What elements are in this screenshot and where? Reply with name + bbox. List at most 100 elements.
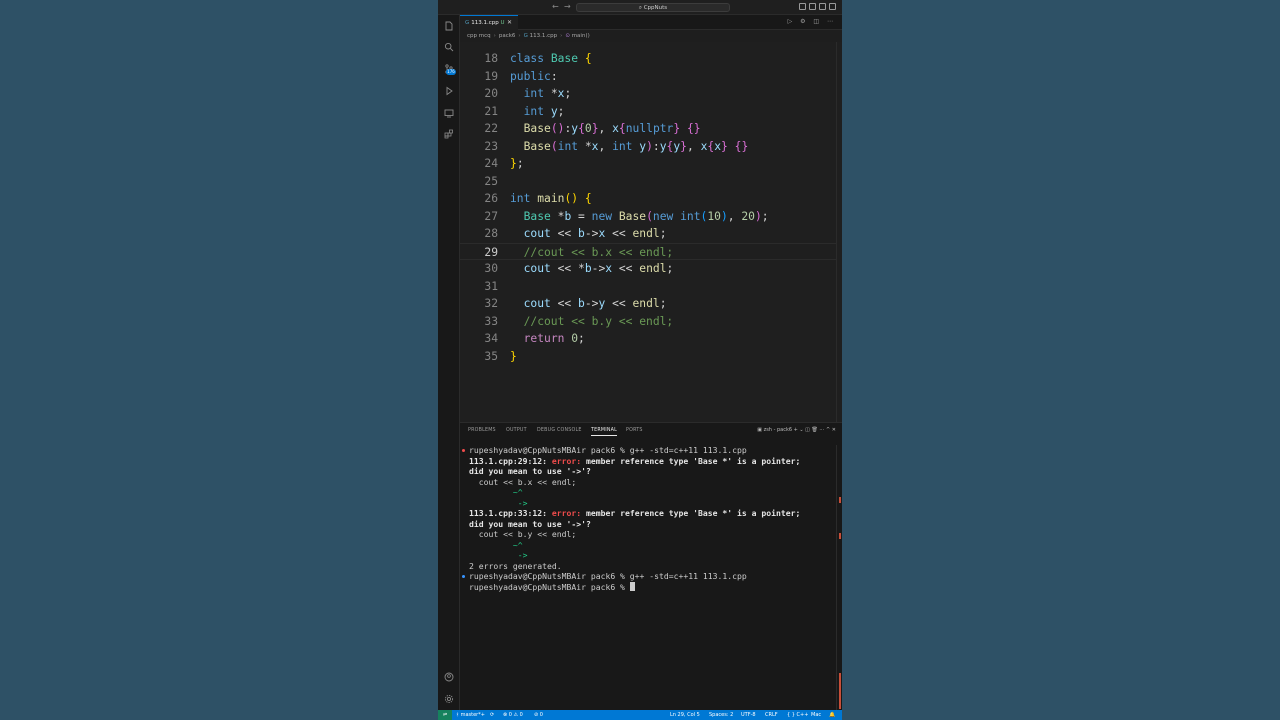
terminal-line: ~^: [469, 539, 523, 550]
source-control-badge: 176: [446, 69, 456, 75]
breadcrumb-subfolder[interactable]: pack6: [499, 33, 516, 39]
customize-layout-icon[interactable]: [829, 3, 836, 10]
editor-scrollbar[interactable]: [836, 42, 842, 422]
platform-indicator[interactable]: Mac: [811, 710, 821, 720]
code-line: 21 int y;: [460, 103, 842, 121]
tab-113-1-cpp[interactable]: G 113.1.cpp U ✕: [460, 15, 518, 30]
breadcrumb-file[interactable]: 113.1.cpp: [530, 33, 558, 39]
breadcrumb-symbol[interactable]: main(): [572, 33, 590, 39]
run-debug-icon[interactable]: [444, 86, 454, 96]
untracked-badge: U: [500, 20, 505, 26]
encoding[interactable]: UTF-8: [741, 710, 756, 720]
tab-problems[interactable]: PROBLEMS: [468, 428, 496, 433]
editor-tab-bar: G 113.1.cpp U ✕ ▷ ⚙ ◫ ⋯: [460, 15, 842, 30]
error-marker: [839, 533, 841, 539]
layout-controls: [799, 3, 836, 10]
line-number: 25: [484, 174, 498, 188]
editor-actions[interactable]: ▷ ⚙ ◫ ⋯: [788, 18, 836, 25]
line-number: 29: [484, 245, 498, 259]
scroll-thumb[interactable]: [839, 673, 841, 709]
terminal-line: ->: [469, 550, 528, 560]
sync-icon[interactable]: ⟳: [490, 710, 494, 720]
terminal-controls[interactable]: + ⌄ ◫ 🗑 ⋯ ^ ✕: [794, 427, 836, 433]
notifications-bell-icon[interactable]: 🔔: [829, 710, 835, 720]
terminal-line: ->: [469, 497, 528, 508]
cpp-file-icon: G: [465, 20, 470, 26]
toggle-panel-icon[interactable]: [809, 3, 816, 10]
code-line: 32 cout << b->y << endl;: [460, 295, 842, 313]
terminal-instance-label[interactable]: zsh - pack6: [764, 427, 792, 433]
terminal-line: 2 errors generated.: [469, 560, 562, 571]
vscode-window: ← → ⌕ CppNuts 176 G 113.1.cpp U ✕ ▷ ⚙ ◫ …: [438, 0, 842, 720]
search-text: CppNuts: [643, 5, 668, 11]
code-line: 34 return 0;: [460, 330, 842, 348]
terminal-scrollbar[interactable]: [836, 445, 842, 711]
code-line: 22 Base():y{0}, x{nullptr} {}: [460, 120, 842, 138]
tab-label: 113.1.cpp: [471, 20, 499, 26]
account-icon[interactable]: [444, 672, 454, 682]
close-tab-icon[interactable]: ✕: [507, 16, 512, 30]
terminal-line: 113.1.cpp:33:12: error: member reference…: [469, 508, 801, 518]
code-line-current: 29 //cout << b.x << endl;: [460, 242, 842, 260]
code-line: 17: [460, 42, 842, 48]
terminal-line: rupeshyadav@CppNutsMBAir pack6 % g++ -st…: [469, 445, 747, 455]
terminal-line: did you mean to use '->'?: [469, 518, 591, 529]
terminal-actions: ▣ zsh - pack6 + ⌄ ◫ 🗑 ⋯ ^ ✕: [757, 427, 836, 433]
line-number: 31: [484, 279, 498, 293]
line-number: 32: [484, 297, 498, 310]
terminal-line: cout << b.y << endl;: [469, 529, 577, 539]
code-line: 30 cout << *b->x << endl;: [460, 260, 842, 278]
code-line: 24};: [460, 155, 842, 173]
forward-arrow-icon[interactable]: →: [564, 2, 571, 12]
toggle-primary-sidebar-icon[interactable]: [799, 3, 806, 10]
remote-indicator-icon[interactable]: ⇌: [438, 710, 452, 720]
indentation[interactable]: Spaces: 2: [709, 710, 733, 720]
cursor-position[interactable]: Ln 29, Col 5: [670, 710, 700, 720]
code-line: 19 public:: [460, 68, 842, 86]
terminal-line: did you mean to use '->'?: [469, 466, 591, 476]
search-icon[interactable]: [444, 42, 454, 52]
line-number: 33: [484, 314, 498, 328]
error-marker: [839, 497, 841, 503]
activity-bar: 176: [438, 15, 460, 710]
code-line: 35}: [460, 348, 842, 366]
terminal-prompt-line: rupeshyadav@CppNutsMBAir pack6 %: [469, 581, 635, 593]
code-editor[interactable]: 17 18class Base { 19public: 20 int *x; 2…: [460, 42, 842, 422]
code-line: 20 int *x;: [460, 85, 842, 103]
command-succeeded-dot[interactable]: [462, 575, 465, 578]
remote-explorer-icon[interactable]: [444, 108, 454, 118]
code-line: 25: [460, 173, 842, 191]
end-of-line[interactable]: CRLF: [765, 710, 778, 720]
line-number: 18: [484, 52, 498, 65]
line-number: 19: [484, 69, 498, 83]
code-line: 33 //cout << b.y << endl;: [460, 313, 842, 331]
terminal-output[interactable]: rupeshyadav@CppNutsMBAir pack6 % g++ -st…: [460, 445, 836, 711]
tab-debug-console[interactable]: DEBUG CONSOLE: [537, 428, 582, 433]
line-number: 27: [484, 209, 498, 223]
panel-tabs: PROBLEMS OUTPUT DEBUG CONSOLE TERMINAL P…: [460, 423, 842, 440]
command-failed-dot[interactable]: [462, 449, 465, 452]
tab-ports[interactable]: PORTS: [626, 428, 643, 433]
toggle-secondary-sidebar-icon[interactable]: [819, 3, 826, 10]
branch-indicator[interactable]: ᚼ master*+: [456, 710, 485, 720]
line-number: 20: [484, 87, 498, 100]
explorer-icon[interactable]: [444, 21, 454, 31]
back-arrow-icon[interactable]: ←: [552, 2, 559, 12]
breadcrumb: cpp mcq › pack6 › G 113.1.cpp › ⊙ main(): [467, 33, 590, 39]
command-center-search[interactable]: ⌕ CppNuts: [576, 3, 730, 12]
language-mode[interactable]: { } C++: [787, 710, 808, 720]
line-number: 24: [484, 157, 498, 170]
breadcrumb-folder[interactable]: cpp mcq: [467, 33, 491, 39]
extensions-icon[interactable]: [444, 129, 454, 139]
terminal-cursor: [629, 581, 635, 591]
problems-indicator[interactable]: ⊗ 0 ⚠ 0: [503, 710, 523, 720]
code-line: 18 class Base {: [460, 50, 842, 68]
line-number: 30: [484, 262, 498, 275]
settings-gear-icon[interactable]: [444, 694, 454, 704]
tab-terminal[interactable]: TERMINAL: [591, 428, 617, 436]
line-number: 28: [484, 227, 498, 240]
title-bar: ← → ⌕ CppNuts: [438, 0, 842, 15]
ports-indicator[interactable]: ⊘ 0: [534, 710, 543, 720]
code-line: 23 Base(int *x, int y):y{y}, x{x} {}: [460, 138, 842, 156]
tab-output[interactable]: OUTPUT: [506, 428, 527, 433]
